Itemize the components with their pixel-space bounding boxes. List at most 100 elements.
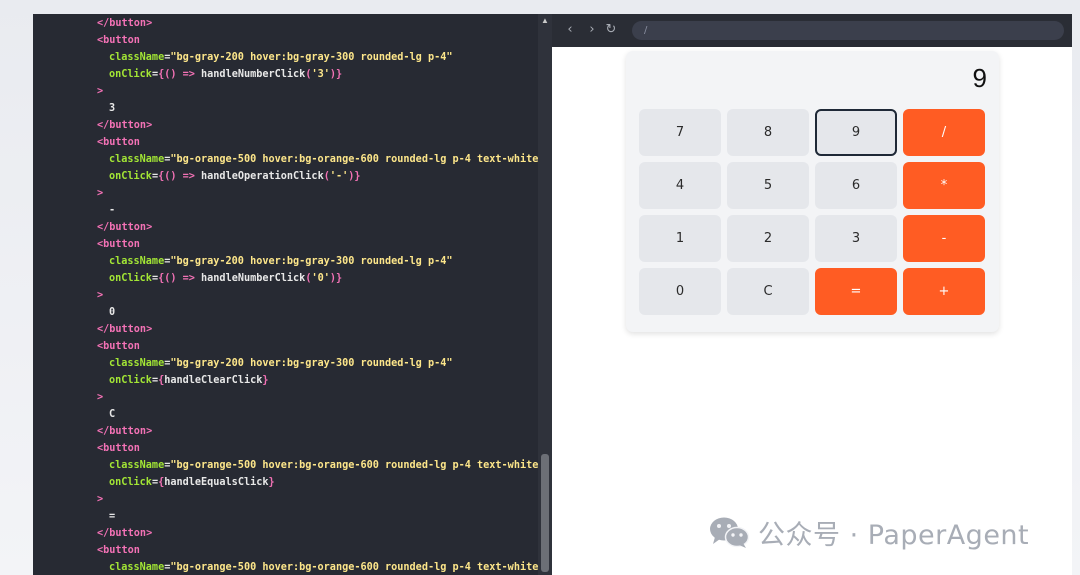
code-token: C — [109, 409, 116, 420]
code-line: </button> — [97, 525, 152, 542]
editor-scrollbar[interactable]: ▲ — [538, 14, 552, 575]
key-1-button[interactable]: 1 — [639, 215, 721, 262]
forward-chevron-icon[interactable]: › — [585, 23, 599, 37]
screenshot-stage: </button> <button className="bg-gray-200 h… — [0, 0, 1080, 575]
code-token: "bg-orange-500 hover:bg-orange-600 round… — [170, 460, 538, 471]
key-9-button[interactable]: 9 — [815, 109, 897, 156]
code-token: </button> — [97, 222, 153, 233]
code-line: 3 — [109, 100, 115, 117]
code-token: > — [97, 494, 104, 505]
code-token: )} — [329, 69, 343, 80]
code-line: </button> — [97, 15, 152, 32]
code-token: <button — [97, 137, 140, 148]
code-line: <button — [97, 32, 140, 49]
reload-icon[interactable]: ↻ — [604, 23, 618, 37]
code-token: <button — [97, 443, 140, 454]
code-line: onClick={handleClearClick} — [109, 372, 269, 389]
code-token: "bg-orange-500 hover:bg-orange-600 round… — [170, 562, 538, 573]
key-plus-button[interactable]: + — [903, 268, 985, 315]
code-token: handleEqualsClick — [164, 477, 269, 488]
code-token: <button — [97, 341, 140, 352]
code-token: "bg-orange-500 hover:bg-orange-600 round… — [170, 154, 538, 165]
code-line: </button> — [97, 219, 152, 236]
code-line: className="bg-orange-500 hover:bg-orange… — [109, 457, 538, 474]
code-token: = — [109, 511, 116, 522]
code-token: </button> — [97, 120, 153, 131]
code-token: '0' — [311, 273, 330, 284]
code-line: > — [97, 185, 103, 202]
key-equals-button[interactable]: = — [815, 268, 897, 315]
code-token: )} — [329, 273, 343, 284]
code-token: className — [109, 562, 165, 573]
code-line: = — [109, 508, 115, 525]
code-token: onClick — [109, 273, 152, 284]
key-0-button[interactable]: 0 — [639, 268, 721, 315]
key-2-button[interactable]: 2 — [727, 215, 809, 262]
code-token: handleNumberClick — [201, 69, 306, 80]
key-4-button[interactable]: 4 — [639, 162, 721, 209]
code-line: </button> — [97, 321, 152, 338]
key-divide-button[interactable]: / — [903, 109, 985, 156]
code-token: className — [109, 460, 165, 471]
browser-preview: ‹ › ↻ / 9 7 8 9/4 5 6 * 1 2 3-0 C = + — [552, 14, 1072, 575]
code-line: className="bg-gray-200 hover:bg-gray-300… — [109, 355, 452, 372]
key-3-button[interactable]: 3 — [815, 215, 897, 262]
code-token: </button> — [97, 324, 153, 335]
code-token: onClick — [109, 171, 152, 182]
code-token: } — [262, 375, 269, 386]
code-token: 3 — [109, 103, 116, 114]
code-token: "bg-gray-200 hover:bg-gray-300 rounded-l… — [170, 52, 453, 63]
key-multiply-button[interactable]: * — [903, 162, 985, 209]
code-line: - — [109, 202, 115, 219]
code-token: "bg-gray-200 hover:bg-gray-300 rounded-l… — [170, 358, 453, 369]
key-clear-button[interactable]: C — [727, 268, 809, 315]
key-8-button[interactable]: 8 — [727, 109, 809, 156]
code-token: handleClearClick — [164, 375, 263, 386]
watermark-text: 公众号 · PaperAgent — [758, 519, 1030, 551]
code-token: className — [109, 358, 165, 369]
page-viewport: 9 7 8 9/4 5 6 * 1 2 3-0 C = + — [552, 47, 1072, 575]
code-token: '3' — [311, 69, 330, 80]
code-token: "bg-gray-200 hover:bg-gray-300 rounded-l… — [170, 256, 453, 267]
key-5-button[interactable]: 5 — [727, 162, 809, 209]
code-token: > — [97, 86, 104, 97]
code-token: () => — [164, 69, 202, 80]
wechat-icon — [710, 517, 750, 548]
calculator: 9 7 8 9/4 5 6 * 1 2 3-0 C = + — [626, 51, 999, 332]
code-editor[interactable]: </button> <button className="bg-gray-200 h… — [33, 14, 538, 575]
code-token: )} — [348, 171, 361, 182]
code-line: </button> — [97, 117, 152, 134]
code-token: onClick — [109, 375, 152, 386]
code-line: 0 — [109, 304, 115, 321]
code-token: <button — [97, 239, 140, 250]
code-token: > — [97, 290, 104, 301]
code-token: onClick — [109, 477, 152, 488]
code-token: 0 — [109, 307, 116, 318]
key-7-button[interactable]: 7 — [639, 109, 721, 156]
code-line: <button — [97, 338, 140, 355]
scroll-up-arrow-icon[interactable]: ▲ — [538, 16, 552, 26]
code-line: > — [97, 491, 103, 508]
code-line: className="bg-gray-200 hover:bg-gray-300… — [109, 49, 452, 66]
code-token: className — [109, 52, 165, 63]
code-line: onClick={() => handleOperationClick('-')… — [109, 168, 361, 185]
code-token: onClick — [109, 69, 152, 80]
address-bar[interactable]: / — [632, 21, 1064, 40]
scrollbar-thumb[interactable] — [541, 454, 549, 572]
code-token: handleOperationClick — [201, 171, 324, 182]
code-line: <button — [97, 236, 140, 253]
code-line: </button> — [97, 423, 152, 440]
code-line: > — [97, 389, 103, 406]
code-line: onClick={() => handleNumberClick('0')} — [109, 270, 342, 287]
address-bar-url: / — [644, 25, 648, 36]
back-chevron-icon[interactable]: ‹ — [563, 23, 577, 37]
code-line: <button — [97, 134, 140, 151]
key-minus-button[interactable]: - — [903, 215, 985, 262]
browser-toolbar: ‹ › ↻ / — [552, 14, 1072, 47]
code-token: > — [97, 392, 104, 403]
code-line: <button — [97, 440, 140, 457]
key-6-button[interactable]: 6 — [815, 162, 897, 209]
code-line: className="bg-gray-200 hover:bg-gray-300… — [109, 253, 452, 270]
code-token: '-' — [329, 171, 349, 182]
code-line: C — [109, 406, 115, 423]
